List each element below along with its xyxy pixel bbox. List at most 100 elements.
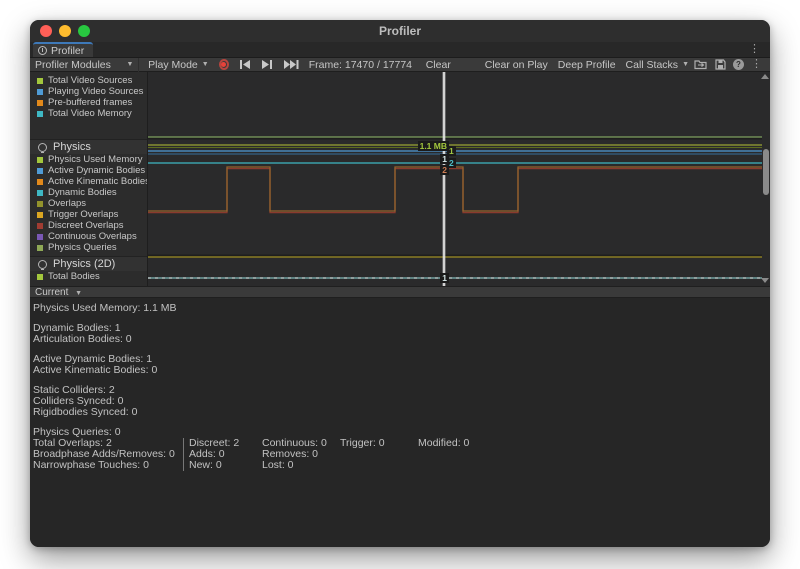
legend-item-label: Playing Video Sources [48,86,143,97]
profiler-chart[interactable] [148,72,762,286]
legend-item[interactable]: Physics Queries [30,242,147,253]
detail-stat: Dynamic Bodies: 1 [33,323,770,334]
legend-item-label: Total Video Memory [48,108,132,119]
chart-module-area: Total Video SourcesPlaying Video Sources… [30,72,770,286]
toolbar: Profiler Modules ▼ Play Mode ▼ Fr [30,58,770,72]
chart-value-label: 2 [440,165,449,175]
next-frame-button[interactable] [256,58,278,72]
detail-stat: Physics Used Memory: 1.1 MB [33,303,770,314]
detail-stat: New: 0 [183,460,257,471]
window-title: Profiler [379,24,421,38]
frame-counter: Frame: 17470 / 17774 [304,58,417,72]
jump-to-current-frame-button[interactable] [278,58,304,72]
clear-button[interactable]: Clear [421,58,456,72]
legend-item[interactable]: Total Video Sources [30,75,147,86]
legend-item[interactable]: Total Bodies [30,271,147,282]
detail-stat: Active Kinematic Bodies: 0 [33,365,770,376]
clear-on-play-toggle[interactable]: Clear on Play [480,58,553,72]
detail-stat-row: Narrowphase Touches: 0New: 0Lost: 0 [33,460,770,471]
legend-color-chip [37,245,43,251]
legend-item[interactable]: Discreet Overlaps [30,220,147,231]
call-stacks-label: Call Stacks [626,59,679,71]
detail-stat: Rigidbodies Synced: 0 [33,407,770,418]
legend-item[interactable]: Playing Video Sources [30,86,147,97]
detail-stat: Articulation Bodies: 0 [33,334,770,345]
details-mode-bar: Current ▼ [30,286,770,298]
record-button[interactable] [214,58,234,72]
module-header-physics[interactable]: Physics [30,139,147,154]
legend-color-chip [37,157,43,163]
help-icon[interactable]: ? [733,59,744,70]
jump-to-current-frame-icon [283,60,299,69]
load-profile-icon[interactable] [694,59,708,70]
deep-profile-toggle[interactable]: Deep Profile [553,58,621,72]
legend-item[interactable]: Dynamic Bodies [30,187,147,198]
chart-value-label: 1.1 MB [418,141,449,151]
profiler-modules-label: Profiler Modules [35,59,111,71]
tab-menu-kebab-icon[interactable]: ⋮ [745,44,764,55]
legend-color-chip [37,78,43,84]
scrollbar-thumb[interactable] [763,149,769,195]
legend-item[interactable]: Continuous Overlaps [30,231,147,242]
legend-item-label: Pre-buffered frames [48,97,132,108]
next-frame-icon [261,60,273,69]
record-icon [219,59,229,70]
detail-stat: Trigger: 0 [335,438,413,449]
physics-module-icon [38,143,47,152]
detail-stat: Static Colliders: 2 [33,385,770,396]
previous-frame-icon [239,60,251,69]
legend-color-chip [37,89,43,95]
scrollbar-down-icon[interactable] [761,278,769,283]
legend-item[interactable]: Pre-buffered frames [30,97,147,108]
legend-item-label: Active Kinematic Bodies [48,176,148,187]
physics-module-icon [38,260,47,269]
chevron-down-icon: ▼ [682,61,689,68]
detail-stat: Colliders Synced: 0 [33,396,770,407]
legend-item-label: Total Bodies [48,271,100,282]
close-window-button[interactable] [40,25,52,37]
maximize-window-button[interactable] [78,25,90,37]
details-mode-label: Current [35,287,68,298]
legend-item-label: Overlaps [48,198,86,209]
legend-color-chip [37,212,43,218]
physics-details-panel: Physics Used Memory: 1.1 MB Dynamic Bodie… [30,298,770,547]
play-mode-label: Play Mode [148,59,198,71]
chart-pane[interactable]: 1.1 MB11221 [148,72,770,286]
legend-item[interactable]: Active Kinematic Bodies [30,176,147,187]
profiler-gauge-icon [38,46,47,55]
scrollbar-up-icon[interactable] [761,74,769,79]
chart-value-label: 1 [440,273,449,283]
legend-item[interactable]: Total Video Memory [30,108,147,119]
legend-color-chip [37,223,43,229]
detail-stat: Narrowphase Touches: 0 [33,460,183,471]
detail-stat: Physics Queries: 0 [33,427,770,438]
tab-label: Profiler [51,45,84,57]
play-mode-dropdown[interactable]: Play Mode ▼ [143,58,214,72]
legend-color-chip [37,179,43,185]
profiler-modules-dropdown[interactable]: Profiler Modules ▼ [30,58,139,72]
legend-color-chip [37,190,43,196]
tab-profiler[interactable]: Profiler [33,42,93,57]
save-profile-icon[interactable] [715,59,726,70]
legend-item[interactable]: Active Dynamic Bodies [30,165,147,176]
legend-item-label: Dynamic Bodies [48,187,117,198]
detail-stat: Lost: 0 [257,460,335,471]
legend-item-label: Physics Used Memory [48,154,143,165]
minimize-window-button[interactable] [59,25,71,37]
legend-item[interactable]: Overlaps [30,198,147,209]
legend-item-label: Continuous Overlaps [48,231,137,242]
call-stacks-dropdown[interactable]: Call Stacks ▼ [621,58,694,72]
legend-color-chip [37,111,43,117]
title-bar: Profiler [30,20,770,42]
legend-color-chip [37,234,43,240]
previous-frame-button[interactable] [234,58,256,72]
module-header-physics-2d-[interactable]: Physics (2D) [30,256,147,271]
toolbar-menu-kebab-icon[interactable]: ⋮ [751,59,762,70]
traffic-lights [40,25,90,37]
legend-item-label: Active Dynamic Bodies [48,165,145,176]
details-mode-dropdown[interactable]: Current ▼ [35,287,82,298]
legend-item[interactable]: Physics Used Memory [30,154,147,165]
module-header-label: Physics (2D) [53,258,115,270]
chevron-down-icon: ▼ [75,290,82,297]
legend-item[interactable]: Trigger Overlaps [30,209,147,220]
